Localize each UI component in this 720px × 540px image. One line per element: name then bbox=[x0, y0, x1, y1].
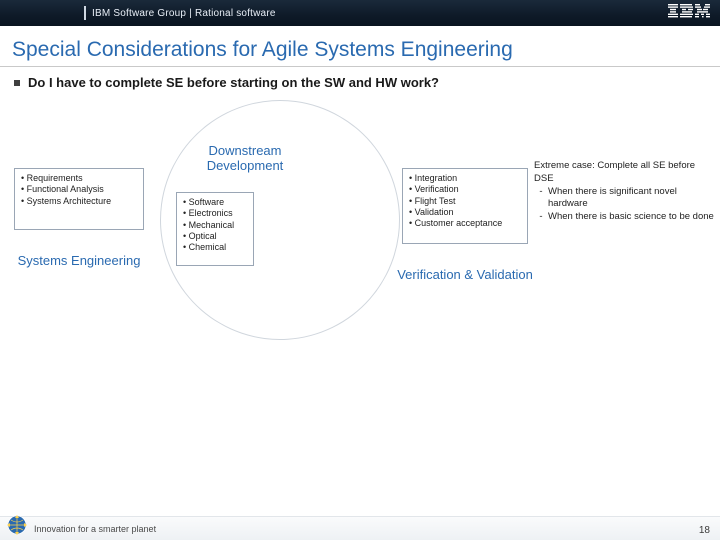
question-text: Do I have to complete SE before starting… bbox=[28, 75, 439, 90]
page-number: 18 bbox=[699, 525, 710, 536]
header-bar: IBM Software Group | Rational software bbox=[0, 0, 720, 26]
footer-tagline: Innovation for a smarter planet bbox=[34, 524, 156, 534]
se-item: Systems Architecture bbox=[21, 196, 137, 207]
slide: IBM Software Group | Rational software bbox=[0, 0, 720, 540]
footer-bar: Innovation for a smarter planet 18 bbox=[0, 516, 720, 540]
dsd-item: Electronics bbox=[183, 208, 247, 219]
dsd-item: Chemical bbox=[183, 242, 247, 253]
extreme-case-note: Extreme case: Complete all SE before DSE… bbox=[534, 160, 714, 224]
extreme-bullet: When there is basic science to be done bbox=[548, 211, 714, 224]
dsd-item: Mechanical bbox=[183, 220, 247, 231]
downstream-block: Software Electronics Mechanical Optical … bbox=[176, 192, 254, 266]
se-item: Requirements bbox=[21, 173, 137, 184]
dash-icon: - bbox=[534, 211, 548, 224]
page-title: Special Considerations for Agile Systems… bbox=[0, 26, 720, 67]
extreme-bullet-row: - When there is significant novel hardwa… bbox=[534, 186, 714, 212]
ibm-logo-icon bbox=[668, 4, 710, 23]
header-title: IBM Software Group | Rational software bbox=[92, 8, 276, 19]
question-row: Do I have to complete SE before starting… bbox=[0, 75, 720, 90]
se-heading: Systems Engineering bbox=[0, 254, 169, 269]
dash-icon: - bbox=[534, 186, 548, 212]
vv-heading: Verification & Validation bbox=[384, 268, 545, 283]
dsd-item: Software bbox=[183, 197, 247, 208]
extreme-bullet-row: - When there is basic science to be done bbox=[534, 211, 714, 224]
vv-item: Integration bbox=[409, 173, 521, 184]
vv-item: Customer acceptance bbox=[409, 218, 521, 229]
vv-item: Flight Test bbox=[409, 196, 521, 207]
smarter-planet-icon bbox=[6, 514, 28, 538]
verification-block: Integration Verification Flight Test Val… bbox=[402, 168, 528, 244]
se-item: Functional Analysis bbox=[21, 184, 137, 195]
extreme-bullet: When there is significant novel hardware bbox=[548, 186, 714, 212]
dsd-item: Optical bbox=[183, 231, 247, 242]
header-divider bbox=[84, 6, 86, 20]
downstream-heading: Downstream Development bbox=[190, 144, 300, 174]
vv-item: Validation bbox=[409, 207, 521, 218]
square-bullet-icon bbox=[14, 80, 20, 86]
systems-engineering-block: Requirements Functional Analysis Systems… bbox=[14, 168, 144, 230]
cycle-arc-icon bbox=[116, 56, 444, 384]
cycle-diagram: Requirements Functional Analysis Systems… bbox=[0, 110, 720, 350]
vv-item: Verification bbox=[409, 184, 521, 195]
extreme-lead: Extreme case: Complete all SE before DSE bbox=[534, 160, 714, 186]
